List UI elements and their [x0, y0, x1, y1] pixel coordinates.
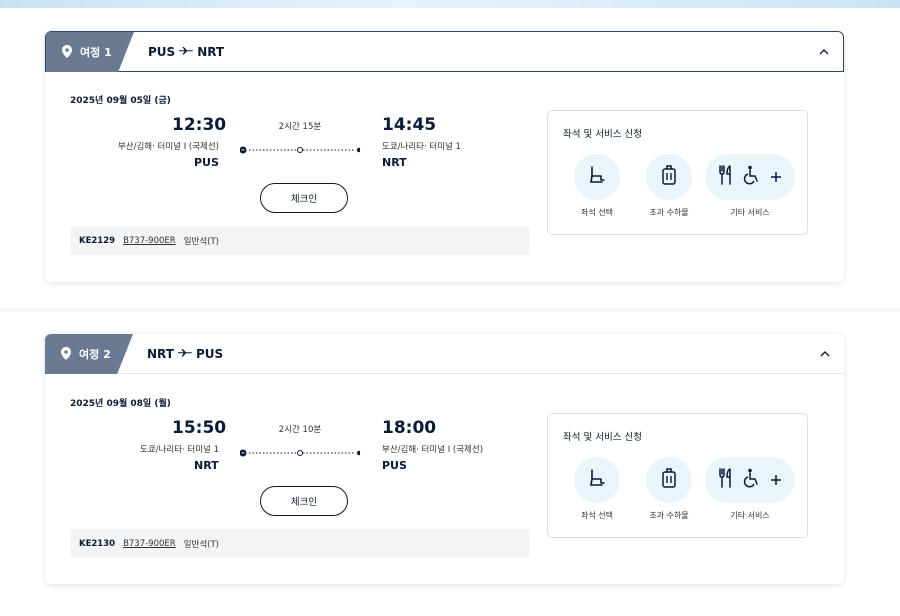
cabin-class: 일반석(T) [183, 539, 219, 550]
flight-info-bar: KE2129 B737-900ER 일반석(T) [70, 226, 530, 255]
journey-tag: 여정 2 [45, 334, 133, 374]
departure-terminal: 부산/김해· 터미널 I (국제선) [117, 142, 219, 152]
arrival-terminal: 도쿄/나리타· 터미널 1 [382, 142, 461, 152]
cabin-class: 일반석(T) [183, 236, 219, 247]
journey-card-1: 여정 1 PUS NRT 2025년 09월 05일 (금) 12:30 부산/… [45, 31, 844, 282]
plus-icon [770, 168, 782, 187]
route-from: NRT [147, 347, 174, 361]
arrival-time: 18:00 [382, 418, 437, 438]
aircraft-link[interactable]: B737-900ER [123, 539, 176, 549]
seat-select-button[interactable] [574, 154, 620, 200]
baggage-icon [661, 467, 677, 493]
departure-code: PUS [194, 156, 219, 169]
flight-duration: 2시간 15분 [278, 122, 322, 132]
journey-tag-label: 여정 1 [80, 46, 112, 59]
journey-tag: 여정 1 [46, 32, 134, 72]
excess-baggage-label: 초과 수하물 [649, 511, 689, 520]
service-panel: 좌석 및 서비스 신청 좌석 선택 초과 수하물 기타 서비스 [547, 110, 808, 235]
departure-code: NRT [194, 459, 219, 472]
seat-select-label: 좌석 선택 [581, 208, 613, 217]
service-panel-title: 좌석 및 서비스 신청 [563, 432, 642, 443]
seat-select-label: 좌석 선택 [581, 511, 613, 520]
aircraft-link[interactable]: B737-900ER [123, 236, 176, 246]
journey-header-2[interactable]: 여정 2 NRT PUS [45, 334, 844, 374]
plane-icon [177, 349, 192, 359]
flight-number: KE2129 [79, 235, 116, 246]
seat-icon [588, 165, 606, 189]
service-panel: 좌석 및 서비스 신청 좌석 선택 초과 수하물 기타 서비스 [547, 413, 808, 538]
chevron-up-icon[interactable] [817, 45, 831, 59]
plane-icon [179, 47, 194, 57]
flight-path-line [239, 443, 362, 457]
top-banner-strip [0, 0, 900, 8]
meal-icon [718, 165, 734, 189]
excess-baggage-label: 초과 수하물 [649, 208, 689, 217]
departure-time: 12:30 [172, 115, 227, 135]
route-title: NRT PUS [147, 334, 223, 374]
flight-date: 2025년 09월 05일 (금) [70, 96, 171, 106]
baggage-icon [661, 164, 677, 190]
seat-select-button[interactable] [574, 457, 620, 503]
flight-info-bar: KE2130 B737-900ER 일반석(T) [70, 529, 530, 558]
route-to: PUS [195, 347, 224, 361]
other-services-label: 기타 서비스 [730, 511, 770, 520]
departure-terminal: 도쿄/나리타· 터미널 1 [140, 445, 219, 455]
journey-tag-label: 여정 2 [79, 348, 111, 361]
arrival-time: 14:45 [382, 115, 437, 135]
arrival-code: PUS [382, 459, 407, 472]
meal-icon [718, 468, 734, 492]
excess-baggage-button[interactable] [646, 457, 692, 503]
departure-time: 15:50 [172, 418, 227, 438]
chevron-up-icon[interactable] [818, 347, 832, 361]
excess-baggage-button[interactable] [646, 154, 692, 200]
service-panel-title: 좌석 및 서비스 신청 [563, 129, 642, 140]
route-to: NRT [197, 45, 225, 59]
pin-icon [62, 45, 74, 59]
journey-header-1[interactable]: 여정 1 PUS NRT [45, 31, 844, 72]
pin-icon [61, 347, 73, 361]
other-services-label: 기타 서비스 [730, 208, 770, 217]
flight-date: 2025년 09월 08일 (월) [70, 399, 171, 409]
arrival-code: NRT [382, 156, 407, 169]
checkin-button[interactable]: 체크인 [260, 183, 348, 213]
wheelchair-icon [743, 165, 761, 189]
other-services-button[interactable] [705, 154, 795, 200]
route-title: PUS NRT [148, 32, 224, 72]
arrival-terminal: 부산/김해· 터미널 I (국제선) [382, 445, 484, 455]
journey-card-2: 여정 2 NRT PUS 2025년 09월 08일 (월) 15:50 도쿄/… [45, 334, 844, 584]
other-services-button[interactable] [705, 457, 795, 503]
flight-duration: 2시간 10분 [278, 425, 322, 435]
route-from: PUS [148, 45, 176, 59]
plus-icon [770, 471, 782, 490]
wheelchair-icon [743, 468, 761, 492]
flight-number: KE2130 [79, 538, 116, 549]
flight-path-line [239, 140, 362, 154]
seat-icon [588, 468, 606, 492]
checkin-button[interactable]: 체크인 [260, 486, 348, 516]
